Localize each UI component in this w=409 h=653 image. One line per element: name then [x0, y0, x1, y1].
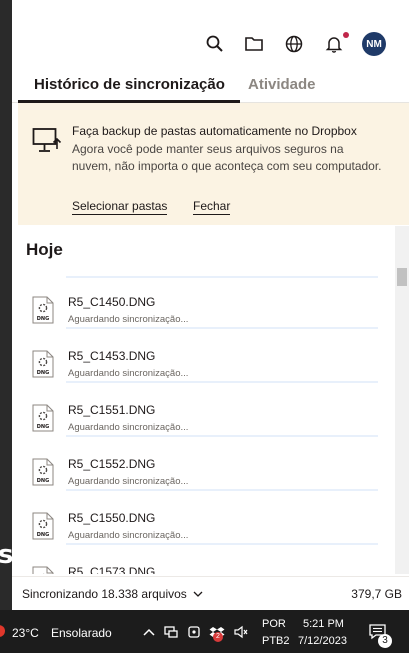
dng-file-icon: DNG [32, 566, 54, 574]
sync-progress-bar [66, 435, 378, 437]
globe-icon[interactable] [284, 34, 304, 54]
file-name: R5_C1552.DNG [68, 457, 156, 471]
windows-taskbar: 23°C Ensolarado 2 POR PTB2 5:21 PM 7/12/… [0, 610, 409, 653]
close-banner-link[interactable]: Fechar [193, 199, 231, 215]
sync-progress-bar [66, 489, 378, 491]
file-type-label: DNG [37, 424, 49, 430]
search-icon[interactable] [205, 34, 225, 54]
sync-history-list: Hoje DNG R5_C1450.DNG Aguardando sincroniz… [18, 226, 409, 574]
clock-time[interactable]: 5:21 PM [303, 618, 344, 630]
tab-activity[interactable]: Atividade [248, 76, 316, 93]
dng-file-icon: DNG [32, 512, 54, 540]
section-divider [66, 276, 378, 278]
dropbox-panel: NM Histórico de sincronização Atividade … [12, 0, 409, 610]
meet-now-icon[interactable] [186, 624, 202, 640]
file-row[interactable]: DNG R5_C1552.DNG Aguardando sincronização.… [18, 456, 393, 510]
dng-file-icon: DNG [32, 458, 54, 486]
file-status: Aguardando sincronização... [68, 314, 189, 325]
keyboard-layout[interactable]: PTB2 [262, 635, 290, 647]
chevron-down-icon [193, 591, 203, 597]
tab-bar: Histórico de sincronização Atividade [12, 68, 409, 103]
file-row[interactable]: DNG R5_C1453.DNG Aguardando sincronização.… [18, 348, 393, 402]
dng-file-icon: DNG [32, 350, 54, 378]
language-code[interactable]: POR [262, 618, 286, 630]
sync-footer: Sincronizando 18.338 arquivos 379,7 GB [12, 576, 409, 611]
select-folders-link[interactable]: Selecionar pastas [72, 199, 168, 215]
file-name: R5_C1450.DNG [68, 295, 156, 309]
notification-count-badge: 3 [378, 634, 392, 648]
folder-icon[interactable] [244, 34, 264, 54]
sync-status-dropdown[interactable]: Sincronizando 18.338 arquivos [22, 587, 203, 601]
file-row[interactable]: DNG R5_C1450.DNG Aguardando sincronização.… [18, 294, 393, 348]
file-type-label: DNG [37, 478, 49, 484]
file-status: Aguardando sincronização... [68, 422, 189, 433]
avatar[interactable]: NM [362, 32, 386, 56]
file-type-label: DNG [37, 370, 49, 376]
dng-file-icon: DNG [32, 296, 54, 324]
temperature[interactable]: 23°C [12, 626, 39, 640]
file-status: Aguardando sincronização... [68, 530, 189, 541]
banner-title: Faça backup de pastas automaticamente no… [72, 124, 357, 138]
file-name: R5_C1573.DNG [68, 565, 156, 574]
sync-progress-bar [66, 327, 378, 329]
dng-file-icon: DNG [32, 404, 54, 432]
dropbox-badge: 2 [213, 632, 223, 642]
file-name: R5_C1551.DNG [68, 403, 156, 417]
computer-upload-icon [32, 128, 62, 152]
file-type-label: DNG [37, 316, 49, 322]
sync-progress-bar [66, 543, 378, 545]
scroll-thumb[interactable] [397, 268, 407, 286]
backup-banner: Faça backup de pastas automaticamente no… [18, 103, 409, 225]
file-status: Aguardando sincronização... [68, 476, 189, 487]
notification-dot [343, 32, 349, 38]
file-name: R5_C1453.DNG [68, 349, 156, 363]
desktop-background: s [0, 0, 13, 610]
file-type-label: DNG [37, 532, 49, 538]
scrollbar[interactable] [395, 226, 409, 574]
tab-sync-history[interactable]: Histórico de sincronização [34, 76, 225, 93]
top-toolbar: NM [12, 26, 409, 62]
weather-icon[interactable] [0, 622, 6, 640]
bell-icon[interactable] [324, 34, 344, 54]
sync-status-label: Sincronizando 18.338 arquivos [22, 587, 187, 601]
sync-size: 379,7 GB [351, 587, 402, 601]
banner-text: Agora você pode manter seus arquivos seg… [72, 142, 382, 173]
network-icon[interactable] [163, 624, 179, 640]
volume-muted-icon[interactable] [233, 624, 249, 640]
file-row[interactable]: DNG R5_C1550.DNG Aguardando sincronização.… [18, 510, 393, 564]
sync-progress-bar [66, 381, 378, 383]
weather-label[interactable]: Ensolarado [51, 626, 112, 640]
file-status: Aguardando sincronização... [68, 368, 189, 379]
chevron-up-icon[interactable] [141, 624, 157, 640]
clock-date[interactable]: 7/12/2023 [298, 635, 347, 647]
file-row[interactable]: DNG R5_C1573.DNG [18, 564, 393, 574]
file-row[interactable]: DNG R5_C1551.DNG Aguardando sincronização.… [18, 402, 393, 456]
list-section-title: Hoje [26, 240, 63, 259]
file-name: R5_C1550.DNG [68, 511, 156, 525]
